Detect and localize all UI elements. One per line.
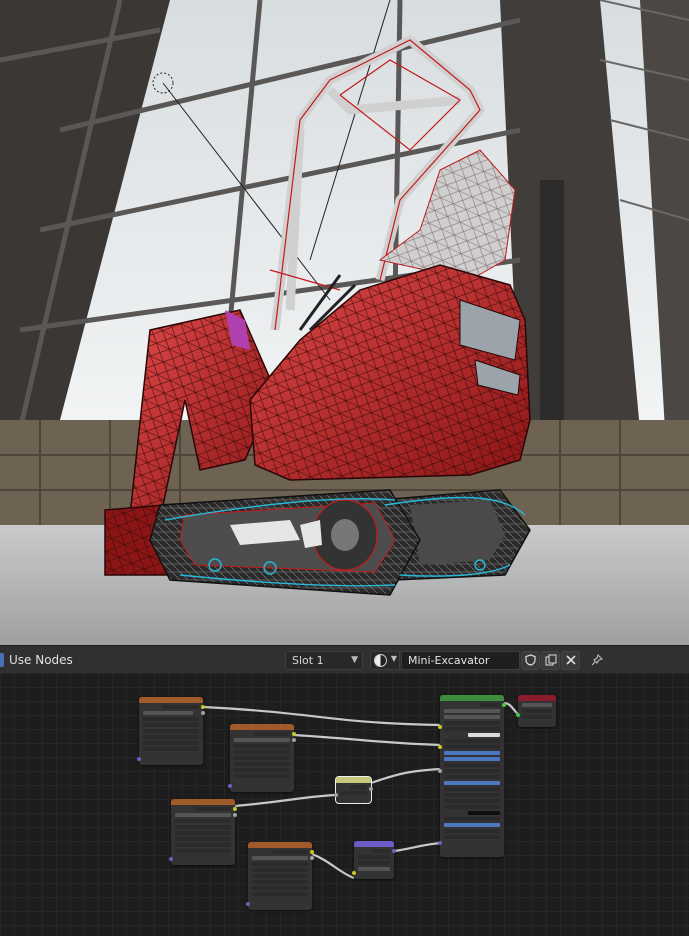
node-header[interactable]: [171, 799, 235, 805]
node-header[interactable]: [518, 695, 556, 701]
node-header[interactable]: [248, 842, 312, 848]
duplicate-material-button[interactable]: [541, 651, 560, 670]
image-texture-node[interactable]: [169, 799, 237, 865]
pin-button[interactable]: [587, 651, 606, 670]
checkbox[interactable]: [0, 653, 4, 667]
material-sphere-icon: [374, 654, 387, 667]
image-texture-node[interactable]: [137, 697, 205, 765]
image-texture-node[interactable]: [228, 724, 296, 792]
node-header[interactable]: [336, 777, 371, 783]
node-links: [202, 701, 521, 880]
node-editor-header: Use Nodes Slot 1 ▼ ▼ Mini-Excavator: [0, 645, 689, 673]
slot-dropdown[interactable]: Slot 1 ▼: [285, 651, 363, 670]
node-header[interactable]: [230, 724, 294, 730]
mix-node[interactable]: [334, 776, 373, 804]
pin-icon: [591, 653, 603, 666]
shield-icon: [525, 654, 536, 666]
node-header[interactable]: [354, 841, 394, 847]
duplicate-icon: [545, 654, 556, 666]
material-output-node[interactable]: [516, 695, 556, 727]
use-nodes-toggle[interactable]: Use Nodes: [0, 651, 73, 669]
material-browse-button[interactable]: ▼: [370, 651, 400, 670]
slot-label: Slot 1: [292, 654, 324, 667]
3d-viewport[interactable]: [0, 0, 689, 645]
image-texture-node[interactable]: [246, 842, 314, 910]
close-icon: [565, 655, 576, 665]
node-header[interactable]: [440, 695, 504, 701]
node-header[interactable]: [139, 697, 203, 703]
chevron-down-icon: ▼: [351, 655, 358, 665]
normal-map-node[interactable]: [352, 841, 396, 879]
node-editor-canvas[interactable]: [0, 673, 689, 936]
chevron-down-icon: ▼: [390, 654, 397, 663]
use-nodes-label: Use Nodes: [9, 653, 73, 667]
fake-user-button[interactable]: [521, 651, 540, 670]
material-name-field[interactable]: Mini-Excavator: [401, 651, 520, 670]
unlink-material-button[interactable]: [561, 651, 580, 670]
principled-bsdf-node[interactable]: [438, 695, 506, 857]
